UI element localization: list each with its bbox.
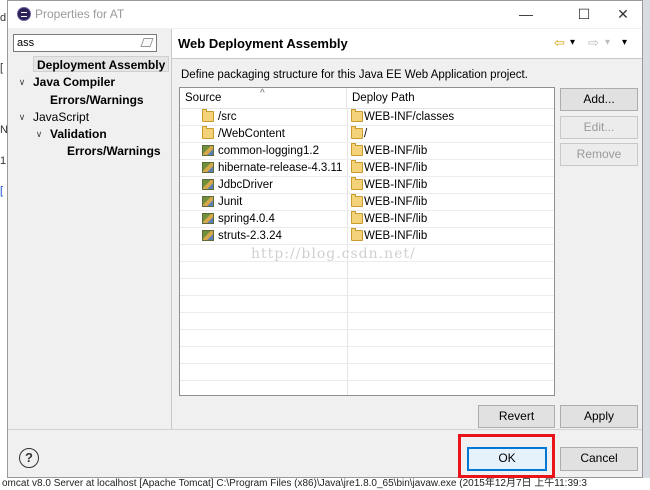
revert-button[interactable]: Revert — [478, 405, 555, 428]
sort-caret-icon: ^ — [260, 88, 265, 99]
source-cell: /WebContent — [218, 128, 285, 140]
library-icon — [202, 196, 214, 207]
background-glyph: [ — [0, 185, 4, 197]
minimize-button[interactable]: — — [508, 3, 544, 25]
table-row-empty — [180, 381, 554, 395]
table-row[interactable]: hibernate-release-4.3.11 WEB-INF/lib — [180, 160, 554, 177]
source-cell: common-logging1.2 — [218, 145, 320, 157]
button-bar-separator — [8, 429, 642, 430]
deploy-path-cell: / — [364, 128, 368, 140]
deploy-path-cell: WEB-INF/lib — [364, 145, 428, 157]
edit-button[interactable]: Edit... — [560, 116, 638, 139]
watermark: http://blog.csdn.net/ — [251, 246, 416, 262]
cancel-button[interactable]: Cancel — [560, 447, 638, 471]
back-dropdown-icon[interactable]: ▾ — [570, 35, 575, 51]
table-row[interactable]: spring4.0.4 WEB-INF/lib — [180, 211, 554, 228]
folder-icon — [351, 228, 363, 241]
folder-icon — [351, 126, 363, 139]
add-button[interactable]: Add... — [560, 88, 638, 111]
deploy-path-cell: WEB-INF/classes — [364, 111, 455, 123]
tree-item-javascript[interactable]: JavaScript — [33, 109, 89, 125]
library-icon — [202, 179, 214, 190]
eclipse-app-icon — [17, 7, 31, 21]
maximize-button[interactable]: ☐ — [566, 3, 602, 25]
table-row[interactable]: Junit WEB-INF/lib — [180, 194, 554, 211]
source-cell: /src — [218, 111, 237, 123]
tree-item-validation[interactable]: Validation — [50, 126, 107, 142]
forward-dropdown-icon[interactable]: ▾ — [605, 35, 610, 51]
help-icon[interactable]: ? — [19, 448, 39, 468]
table-row-empty — [180, 262, 554, 279]
table-row-empty — [180, 347, 554, 364]
table-header: Source ^ Deploy Path — [180, 88, 554, 109]
background-console-status: omcat v8.0 Server at localhost [Apache T… — [0, 478, 650, 490]
source-cell: spring4.0.4 — [218, 213, 275, 225]
deploy-path-cell: WEB-INF/lib — [364, 196, 428, 208]
folder-icon — [351, 211, 363, 224]
source-cell: Junit — [218, 196, 243, 208]
background-glyph: [ — [0, 62, 4, 74]
deploy-path-cell: WEB-INF/lib — [364, 213, 428, 225]
table-row-empty — [180, 364, 554, 381]
folder-icon — [351, 109, 363, 122]
forward-arrow-icon[interactable]: ⇨ — [588, 35, 599, 51]
deploy-path-cell: WEB-INF/lib — [364, 230, 428, 242]
library-icon — [202, 230, 214, 241]
view-menu-icon[interactable]: ▾ — [622, 35, 627, 51]
filter-input[interactable] — [13, 34, 157, 52]
folder-icon — [351, 177, 363, 190]
expand-toggle-icon[interactable]: ∨ — [34, 126, 44, 142]
properties-dialog: Properties for AT — ☐ ✕ Deployment Assem… — [7, 0, 643, 478]
column-header-source[interactable]: Source ^ — [180, 88, 347, 108]
back-arrow-icon[interactable]: ⇦ — [554, 35, 565, 51]
source-cell: hibernate-release-4.3.11 — [218, 162, 343, 174]
table-row-empty — [180, 313, 554, 330]
title-bar: Properties for AT — ☐ ✕ — [8, 1, 642, 28]
page-title: Web Deployment Assembly — [178, 36, 348, 51]
tree-item-errors-warnings[interactable]: Errors/Warnings — [67, 143, 161, 159]
tree-item-errors-warnings[interactable]: Errors/Warnings — [50, 92, 144, 108]
assembly-table[interactable]: Source ^ Deploy Path /src WEB-INF/classes… — [179, 87, 555, 396]
expand-toggle-icon[interactable]: ∨ — [17, 74, 27, 90]
table-row-empty — [180, 296, 554, 313]
background-glyph: d — [0, 12, 7, 24]
folder-icon — [351, 160, 363, 173]
deploy-path-cell: WEB-INF/lib — [364, 162, 428, 174]
page-description: Define packaging structure for this Java… — [181, 69, 528, 81]
apply-button[interactable]: Apply — [560, 405, 638, 428]
background-glyph: 1 — [0, 155, 7, 167]
table-row[interactable]: /src WEB-INF/classes — [180, 109, 554, 126]
tree-item-java-compiler[interactable]: Java Compiler — [33, 74, 115, 90]
table-row[interactable]: struts-2.3.24 WEB-INF/lib — [180, 228, 554, 245]
library-icon — [202, 162, 214, 173]
window-title: Properties for AT — [35, 7, 125, 21]
table-row-empty — [180, 330, 554, 347]
column-header-deploy-path[interactable]: Deploy Path — [347, 88, 554, 108]
remove-button[interactable]: Remove — [560, 143, 638, 166]
folder-icon — [351, 194, 363, 207]
library-icon — [202, 213, 214, 224]
table-row-empty — [180, 279, 554, 296]
deploy-path-cell: WEB-INF/lib — [364, 179, 428, 191]
highlight-box — [458, 434, 555, 478]
table-row[interactable]: common-logging1.2 WEB-INF/lib — [180, 143, 554, 160]
folder-icon — [351, 143, 363, 156]
source-cell: struts-2.3.24 — [218, 230, 282, 242]
folder-icon — [202, 126, 214, 139]
close-button[interactable]: ✕ — [605, 3, 641, 25]
table-row[interactable]: JdbcDriver WEB-INF/lib — [180, 177, 554, 194]
folder-icon — [202, 109, 214, 122]
table-row[interactable]: /WebContent / — [180, 126, 554, 143]
pane-divider[interactable] — [171, 29, 172, 429]
expand-toggle-icon[interactable]: ∨ — [17, 109, 27, 125]
library-icon — [202, 145, 214, 156]
source-cell: JdbcDriver — [218, 179, 273, 191]
tree-item-deployment-assembly[interactable]: Deployment Assembly — [33, 56, 170, 72]
